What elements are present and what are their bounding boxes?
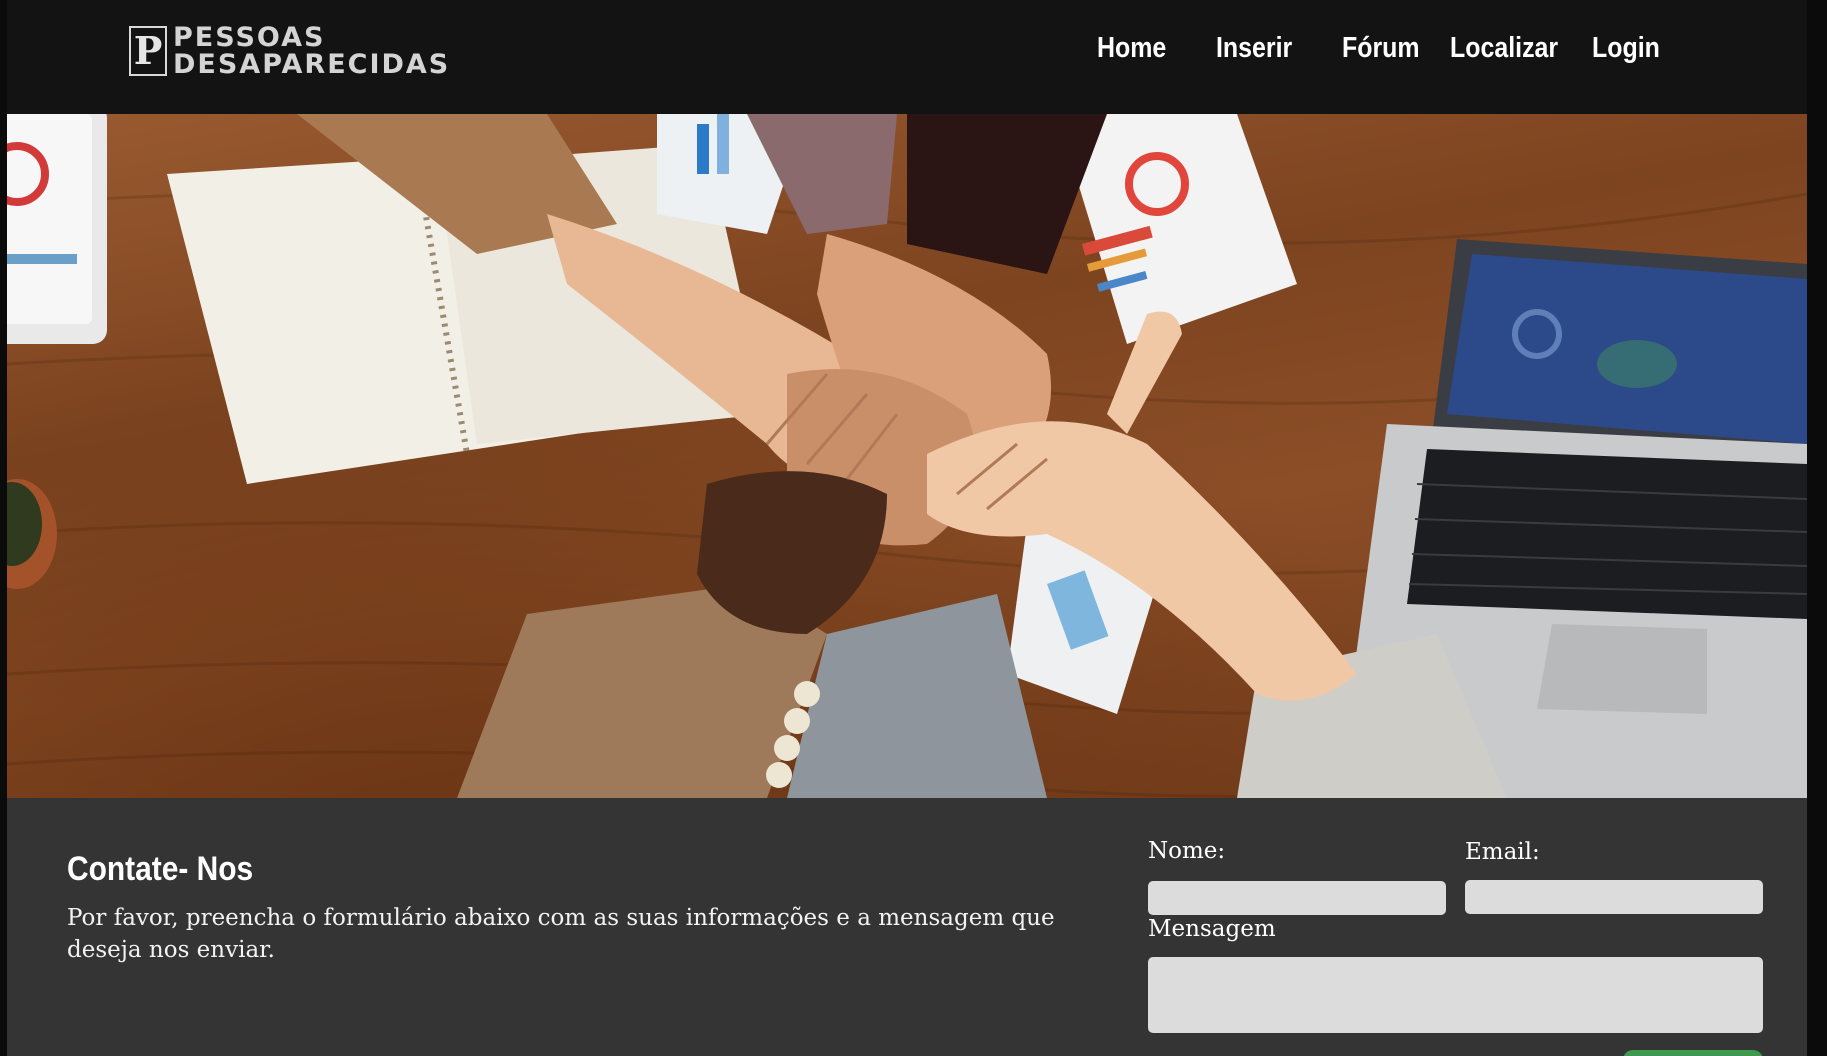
message-label: Mensagem — [1148, 916, 1276, 942]
tablet-device — [7, 114, 107, 344]
site-header: P PESSOAS DESAPARECIDAS Home Inserir Fór… — [7, 0, 1807, 114]
hero-image — [7, 114, 1807, 798]
name-label: Nome: — [1148, 838, 1226, 864]
nav-forum-link[interactable]: Fórum — [1342, 32, 1420, 65]
nav-login-link[interactable]: Login — [1592, 32, 1660, 65]
teamwork-hands-illustration — [7, 114, 1807, 798]
contact-description: Por favor, preencha o formulário abaixo … — [67, 905, 1055, 963]
email-label: Email: — [1465, 839, 1540, 865]
main-nav: Home Inserir Fórum Localizar Login — [7, 0, 1807, 104]
nav-localizar-link[interactable]: Localizar — [1450, 32, 1558, 65]
nav-inserir-link[interactable]: Inserir — [1216, 32, 1292, 65]
nav-home-link[interactable]: Home — [1097, 32, 1166, 65]
contact-title: Contate- Nos — [67, 850, 254, 888]
page: P PESSOAS DESAPARECIDAS Home Inserir Fór… — [7, 0, 1807, 1056]
name-field[interactable] — [1148, 881, 1446, 915]
email-field[interactable] — [1465, 880, 1763, 914]
contact-section: Contate- Nos Por favor, preencha o formu… — [7, 798, 1807, 1056]
send-button[interactable] — [1623, 1050, 1763, 1056]
message-field[interactable] — [1148, 957, 1763, 1033]
plant-pot — [7, 479, 57, 589]
